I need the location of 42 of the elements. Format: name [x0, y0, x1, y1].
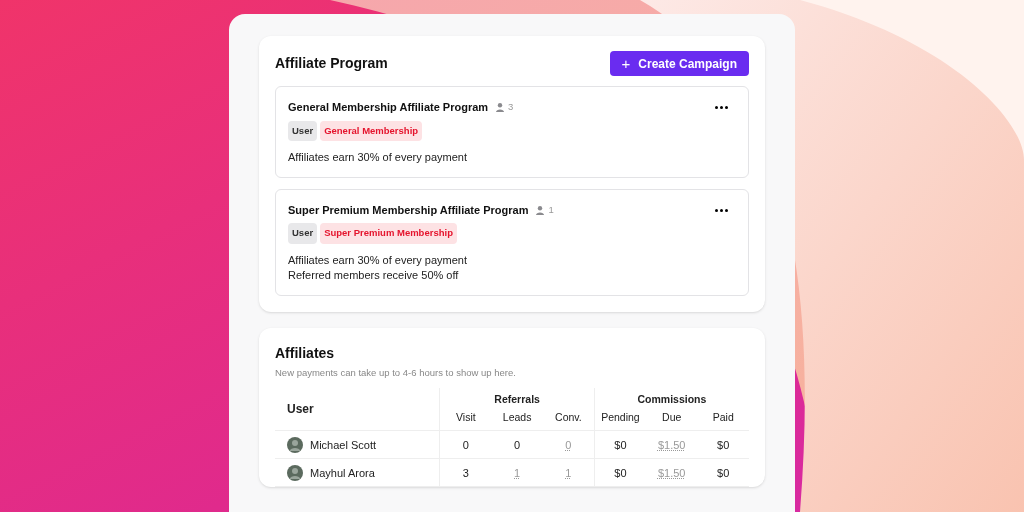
- tag: User: [288, 223, 318, 244]
- card-title: Affiliate Program: [275, 54, 388, 73]
- column-header: Commissions: [594, 387, 749, 410]
- column-header: Conv.: [542, 409, 595, 431]
- member-count: 3: [508, 100, 514, 115]
- campaign-name: Super Premium Membership Affiliate Program: [288, 202, 529, 218]
- table-cell: $0: [614, 438, 627, 451]
- tag: User: [288, 120, 318, 141]
- tag: Super Premium Membership: [320, 223, 457, 244]
- table-cell: 0: [514, 438, 521, 451]
- column-header: Visit: [439, 409, 492, 431]
- person-icon: [536, 205, 545, 215]
- value-link[interactable]: 1: [565, 466, 572, 479]
- value-link[interactable]: $1.50: [657, 466, 686, 479]
- table-cell: $0: [614, 466, 627, 479]
- column-header: User: [275, 387, 440, 431]
- table-cell: 3: [462, 466, 469, 479]
- avatar: [287, 464, 303, 481]
- table-cell: 0: [462, 438, 469, 451]
- value-link[interactable]: 1: [514, 466, 521, 479]
- column-header: Referrals: [439, 387, 595, 410]
- person-icon: [496, 102, 505, 112]
- value-link[interactable]: 0: [565, 438, 572, 451]
- create-campaign-button[interactable]: + Create Campaign: [609, 51, 749, 76]
- column-header: Pending: [594, 409, 646, 431]
- avatar: [287, 436, 303, 453]
- user-name: Mayhul Arora: [310, 465, 375, 481]
- column-header: Leads: [491, 409, 543, 431]
- tag: General Membership: [320, 120, 423, 141]
- campaign-description: Affiliates earn 30% of every payment: [288, 149, 468, 165]
- card-subtitle: New payments can take up to 4-6 hours to show up here.: [275, 365, 517, 380]
- member-count: 1: [548, 202, 554, 217]
- column-header: Due: [645, 409, 698, 431]
- value-link[interactable]: $1.50: [657, 438, 686, 451]
- table-cell: $0: [717, 438, 730, 451]
- user-name: Michael Scott: [310, 437, 377, 453]
- campaign-description: Referred members receive 50% off: [288, 267, 460, 283]
- table-cell: $0: [717, 466, 730, 479]
- card-title: Affiliates: [275, 343, 336, 363]
- column-header: Paid: [697, 409, 749, 431]
- campaign-description: Affiliates earn 30% of every payment: [288, 252, 468, 268]
- campaign-name: General Membership Affiliate Program: [288, 100, 489, 115]
